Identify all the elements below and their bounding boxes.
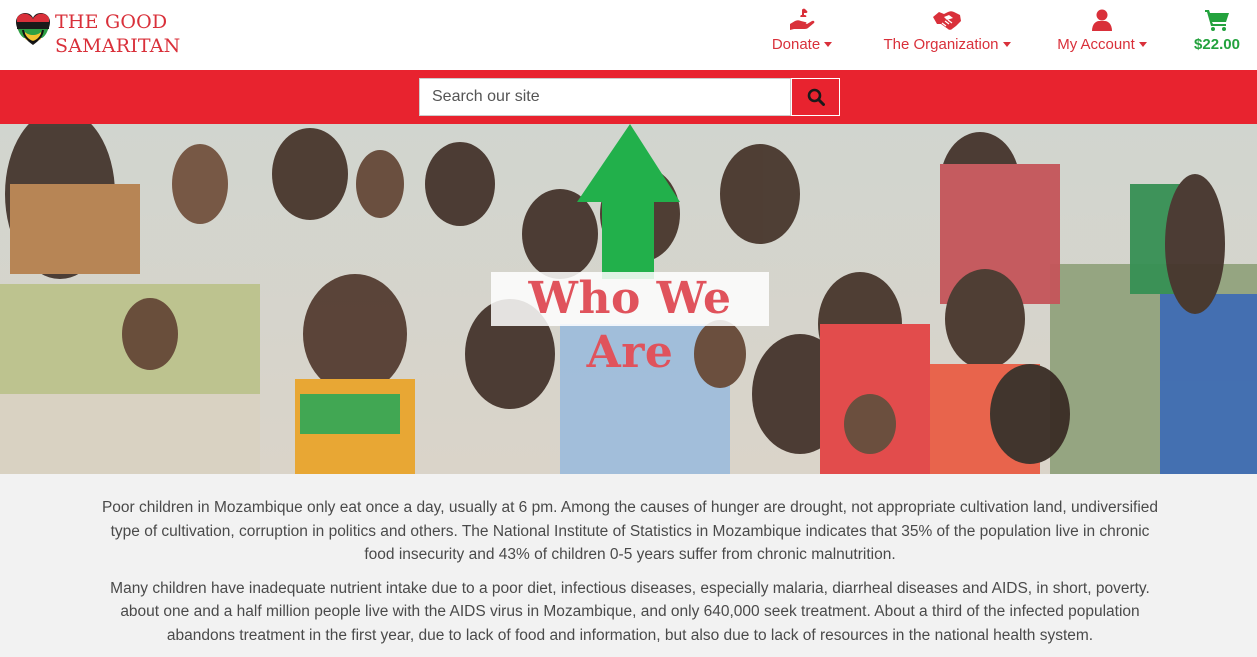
cart-total: $22.00 [1194,36,1240,53]
second-paragraph: Many children have inadequate nutrient i… [110,579,1150,644]
nav-organization-label: The Organization [883,36,999,53]
main-content: Poor children in Mozambique only eat onc… [100,496,1160,657]
up-arrow-icon [577,124,680,279]
search-button[interactable] [791,78,840,116]
search-icon [807,88,825,106]
nav-cart[interactable]: $22.00 [1187,7,1247,63]
caret-down-icon [1002,42,1011,47]
hero-title: Who We Are [491,272,769,378]
nav-account[interactable]: My Account [1047,7,1157,63]
hero-banner: Who We Are [0,124,1257,474]
hand-donate-icon [790,8,815,30]
search-input[interactable] [419,78,791,116]
user-icon [1092,9,1112,31]
caret-down-icon [824,42,833,47]
shopping-cart-icon [1205,10,1229,31]
caret-down-icon [1138,42,1147,47]
brand-line-2: SAMARITAN [55,35,181,57]
nav-donate-label: Donate [771,36,821,53]
nav-account-label: My Account [1057,36,1135,53]
intro-paragraph: Poor children in Mozambique only eat onc… [101,499,1159,563]
handshake-icon [933,11,961,30]
search-bar [0,70,1257,124]
site-logo[interactable]: THE GOOD SAMARITAN [15,9,185,61]
nav-donate[interactable]: Donate [767,7,837,63]
brand-line-1: THE GOOD [55,11,168,33]
heart-hands-logo-icon [16,13,50,45]
brand-name: THE GOOD SAMARITAN [55,10,181,58]
site-header: THE GOOD SAMARITAN Donate The Organizati… [0,0,1257,70]
nav-organization[interactable]: The Organization [872,7,1022,63]
